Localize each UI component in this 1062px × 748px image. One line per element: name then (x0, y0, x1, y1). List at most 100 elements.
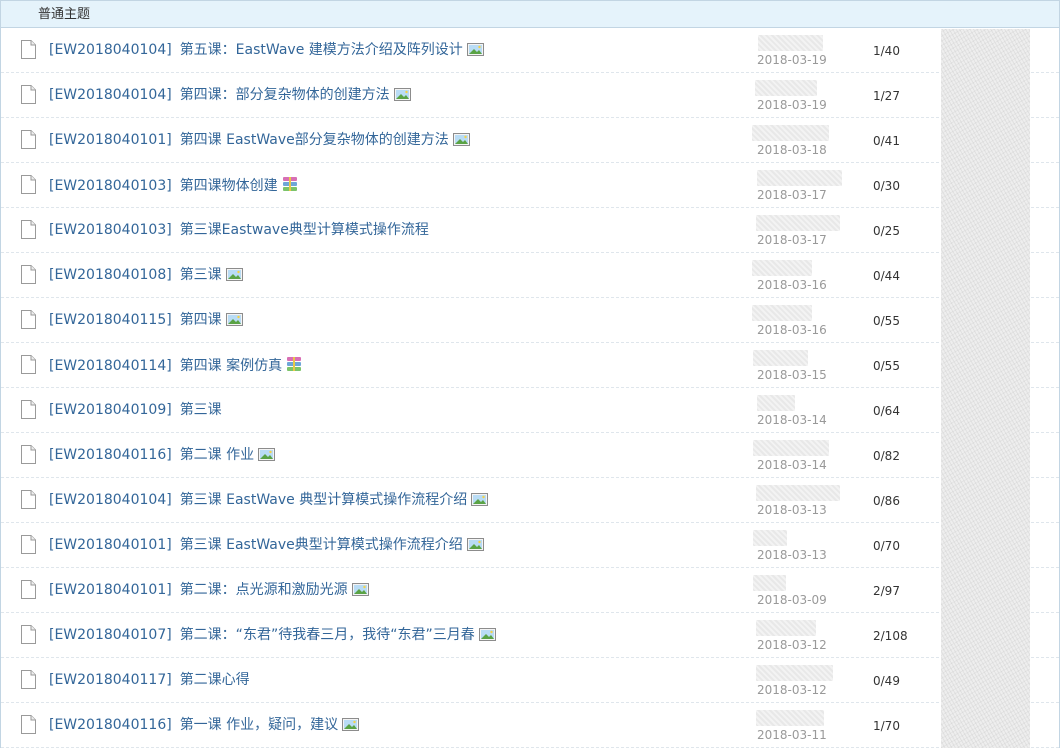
author-redacted (753, 350, 808, 366)
document-icon[interactable] (21, 625, 36, 644)
image-icon (478, 628, 496, 646)
post-date: 2018-03-16 (757, 278, 827, 292)
thread-rows: [EW2018040104] 第五课：EastWave 建模方法介绍及阵列设计 20… (1, 28, 1059, 748)
thread-title-cell: [EW2018040114] 第四课 案例仿真 (49, 356, 302, 377)
document-icon[interactable] (21, 445, 36, 464)
reply-view-count: 0/49 (873, 674, 900, 688)
thread-title-link[interactable]: 第三课Eastwave典型计算模式操作流程 (180, 222, 429, 238)
document-icon[interactable] (21, 310, 36, 329)
thread-title-link[interactable]: 第四课 (180, 312, 222, 328)
reply-view-count: 0/55 (873, 314, 900, 328)
thread-title-link[interactable]: 第三课 (180, 402, 222, 418)
post-date: 2018-03-15 (757, 368, 827, 382)
thread-type-link[interactable]: [EW2018040115] (49, 312, 172, 328)
image-icon (342, 718, 360, 736)
image-icon (466, 538, 484, 556)
author-redacted (752, 125, 829, 141)
thread-title-link[interactable]: 第五课：EastWave 建模方法介绍及阵列设计 (180, 42, 463, 58)
author-redacted (755, 80, 817, 96)
thread-title-cell: [EW2018040117] 第二课心得 (49, 671, 250, 689)
thread-title-cell: [EW2018040101] 第三课 EastWave典型计算模式操作流程介绍 (49, 536, 484, 556)
thread-title-link[interactable]: 第二课 作业 (180, 447, 254, 463)
thread-row: [EW2018040101] 第四课 EastWave部分复杂物体的创建方法 201… (1, 118, 1059, 163)
reply-view-count: 0/25 (873, 224, 900, 238)
thread-title-link[interactable]: 第四课 EastWave部分复杂物体的创建方法 (180, 132, 449, 148)
thread-title-link[interactable]: 第三课 EastWave典型计算模式操作流程介绍 (180, 537, 463, 553)
thread-title-cell: [EW2018040101] 第四课 EastWave部分复杂物体的创建方法 (49, 131, 470, 151)
thread-type-link[interactable]: [EW2018040109] (49, 402, 172, 418)
thread-row: [EW2018040114] 第四课 案例仿真 2018-03-15 0/55 (1, 343, 1059, 388)
document-icon[interactable] (21, 580, 36, 599)
reply-view-count: 0/30 (873, 179, 900, 193)
image-icon (225, 268, 243, 286)
thread-type-link[interactable]: [EW2018040101] (49, 537, 172, 553)
thread-type-link[interactable]: [EW2018040108] (49, 267, 172, 283)
document-icon[interactable] (21, 400, 36, 419)
image-icon (466, 43, 484, 61)
document-icon[interactable] (21, 490, 36, 509)
post-date: 2018-03-17 (757, 233, 827, 247)
document-icon[interactable] (21, 265, 36, 284)
thread-title-link[interactable]: 第二课：点光源和激励光源 (180, 582, 348, 598)
section-title: 普通主题 (38, 7, 91, 22)
reply-view-count: 0/55 (873, 359, 900, 373)
thread-title-link[interactable]: 第三课 (180, 267, 222, 283)
post-date: 2018-03-12 (757, 638, 827, 652)
thread-type-link[interactable]: [EW2018040116] (49, 717, 172, 733)
document-icon[interactable] (21, 85, 36, 104)
thread-type-link[interactable]: [EW2018040107] (49, 627, 172, 643)
thread-title-cell: [EW2018040107] 第二课：“东君”待我春三月，我待“东君”三月春 (49, 626, 496, 646)
document-icon[interactable] (21, 40, 36, 59)
thread-title-link[interactable]: 第二课：“东君”待我春三月，我待“东君”三月春 (180, 627, 475, 643)
thread-type-link[interactable]: [EW2018040104] (49, 87, 172, 103)
author-redacted (753, 440, 829, 456)
thread-type-link[interactable]: [EW2018040104] (49, 492, 172, 508)
post-date: 2018-03-13 (757, 503, 827, 517)
thread-type-link[interactable]: [EW2018040114] (49, 358, 172, 374)
reply-view-count: 0/41 (873, 134, 900, 148)
thread-title-link[interactable]: 第二课心得 (180, 672, 250, 688)
thread-type-link[interactable]: [EW2018040101] (49, 582, 172, 598)
document-icon[interactable] (21, 175, 36, 194)
author-redacted (758, 35, 823, 51)
reply-view-count: 1/70 (873, 719, 900, 733)
thread-title-cell: [EW2018040101] 第二课：点光源和激励光源 (49, 581, 369, 601)
document-icon[interactable] (21, 220, 36, 239)
thread-title-cell: [EW2018040104] 第三课 EastWave 典型计算模式操作流程介绍 (49, 491, 489, 511)
post-date: 2018-03-19 (757, 53, 827, 67)
post-date: 2018-03-17 (757, 188, 827, 202)
thread-row: [EW2018040115] 第四课 2018-03-16 0/55 (1, 298, 1059, 343)
thread-row: [EW2018040109] 第三课 2018-03-14 0/64 (1, 388, 1059, 433)
thread-type-link[interactable]: [EW2018040116] (49, 447, 172, 463)
author-redacted (756, 485, 840, 501)
document-icon[interactable] (21, 670, 36, 689)
thread-title-cell: [EW2018040115] 第四课 (49, 311, 243, 331)
author-redacted (756, 215, 840, 231)
document-icon[interactable] (21, 355, 36, 374)
thread-row: [EW2018040108] 第三课 2018-03-16 0/44 (1, 253, 1059, 298)
thread-type-link[interactable]: [EW2018040104] (49, 42, 172, 58)
thread-type-link[interactable]: [EW2018040101] (49, 132, 172, 148)
thread-row: [EW2018040103] 第四课物体创建 2018-03-17 0/30 (1, 163, 1059, 208)
thread-title-cell: [EW2018040104] 第四课：部分复杂物体的创建方法 (49, 86, 411, 106)
document-icon[interactable] (21, 535, 36, 554)
image-icon (351, 583, 369, 601)
thread-title-cell: [EW2018040109] 第三课 (49, 401, 222, 419)
thread-title-link[interactable]: 第三课 EastWave 典型计算模式操作流程介绍 (180, 492, 468, 508)
document-icon[interactable] (21, 130, 36, 149)
image-icon (452, 133, 470, 151)
thread-row: [EW2018040104] 第五课：EastWave 建模方法介绍及阵列设计 20… (1, 28, 1059, 73)
author-redacted (756, 665, 833, 681)
thread-type-link[interactable]: [EW2018040103] (49, 222, 172, 238)
document-icon[interactable] (21, 715, 36, 734)
thread-title-link[interactable]: 第四课物体创建 (180, 178, 278, 194)
reply-view-count: 2/108 (873, 629, 908, 643)
thread-type-link[interactable]: [EW2018040117] (49, 672, 172, 688)
reply-view-count: 0/70 (873, 539, 900, 553)
thread-type-link[interactable]: [EW2018040103] (49, 178, 172, 194)
thread-row: [EW2018040101] 第三课 EastWave典型计算模式操作流程介绍 20… (1, 523, 1059, 568)
thread-title-link[interactable]: 第一课 作业，疑问，建议 (180, 717, 338, 733)
thread-title-link[interactable]: 第四课 案例仿真 (180, 358, 282, 374)
thread-title-link[interactable]: 第四课：部分复杂物体的创建方法 (180, 87, 390, 103)
archive-icon (286, 356, 302, 377)
